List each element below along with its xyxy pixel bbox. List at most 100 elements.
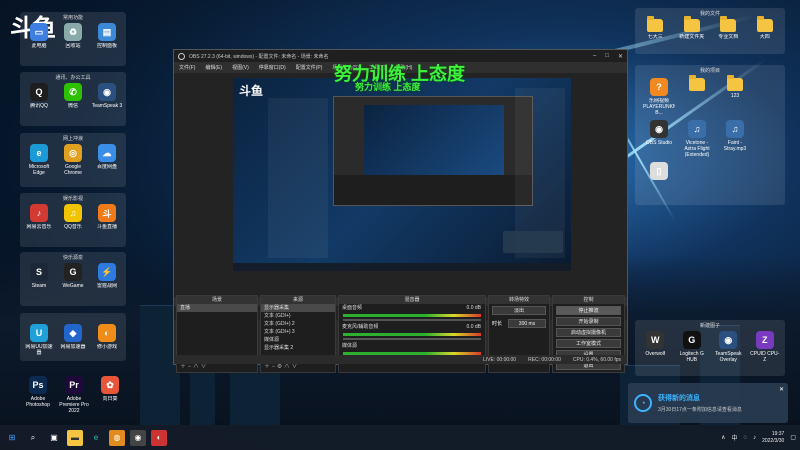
close-icon[interactable]: ✕ <box>779 386 784 393</box>
left-group: 娱乐影视 ♪ 网易云音乐 ♫ QQ音乐 斗斗鱼直播 <box>20 193 126 247</box>
source-item[interactable]: 文本 (GDI+) 3 <box>261 328 335 336</box>
desktop-icon[interactable]: U 网易UU加速器 <box>23 324 55 356</box>
app-taskbar-icon[interactable]: ◐ <box>151 429 167 446</box>
menu-item[interactable]: 视图(V) <box>232 64 249 71</box>
transition-select[interactable]: 淡出 <box>492 306 546 315</box>
notification-center-icon[interactable]: ▢ <box>790 434 796 441</box>
folder-item[interactable]: 专业文档 <box>712 16 744 40</box>
duration-input[interactable]: 300 ms <box>508 319 546 328</box>
notification-toast[interactable]: ◔ 获得新的消息 3月30日17点一条附加信息请查看消息 ✕ <box>628 383 788 423</box>
desktop-icon[interactable]: ☁ 百度网盘 <box>91 144 123 176</box>
chevron-up-icon[interactable]: ∧ <box>721 434 725 441</box>
control-button[interactable]: 停止推流 <box>556 306 621 315</box>
source-item[interactable]: 文本 (GDI+) <box>261 312 335 320</box>
channel-db <box>481 342 485 350</box>
minimize-icon[interactable]: – <box>593 53 596 60</box>
desktop-icon[interactable]: ♻ 回收站 <box>57 23 89 49</box>
network-icon[interactable]: ◌ <box>744 435 748 441</box>
file-explorer-icon[interactable]: ▬ <box>67 429 83 446</box>
desktop-icon[interactable]: Q 腾讯QQ <box>23 83 55 109</box>
obs-taskbar-icon[interactable]: ◉ <box>130 429 146 446</box>
app-icon: Z <box>755 331 774 349</box>
maximize-icon[interactable]: □ <box>605 53 609 60</box>
store-icon[interactable]: ◍ <box>109 429 125 446</box>
desktop-icon[interactable]: ▤ 控制面板 <box>91 23 123 49</box>
clock[interactable]: 19:37 2022/3/30 <box>762 431 784 445</box>
icon-label: 网易云音乐 <box>26 224 52 230</box>
project-item[interactable]: ◉ OBS Studio <box>643 120 675 158</box>
volume-meter <box>343 314 481 317</box>
desktop-icon[interactable]: ◎ Google Chrome <box>57 144 89 176</box>
desktop-icon[interactable]: ♪ 网易云音乐 <box>23 204 55 230</box>
obs-window[interactable]: OBS 27.2.3 (64-bit, windows) - 配置文件: 未命名… <box>173 49 628 373</box>
mixer-header: 混音器 <box>339 296 485 304</box>
folder-label: 七大三 <box>647 34 663 40</box>
source-item[interactable]: 显示器采集 <box>261 304 335 312</box>
desktop-icon[interactable]: ♫ QQ音乐 <box>57 204 89 230</box>
obs-statusbar: LIVE: 00:00:00 REC: 00:00:00 CPU: 0.4%, … <box>174 355 627 364</box>
icon-label: TeamSpeak Overlay <box>715 351 742 363</box>
project-item[interactable]: ▯ <box>643 162 675 182</box>
obs-app-icon <box>178 52 185 60</box>
desktop-icon[interactable]: Z CPUID CPU-Z <box>749 331 781 363</box>
desktop-icon[interactable]: ◉ TeamSpeak 3 <box>91 83 123 109</box>
desktop-icon[interactable]: W Overwolf <box>639 331 671 363</box>
desktop-icon[interactable]: Pr Adobe Premiere Pro 2022 <box>58 376 90 414</box>
edge-icon[interactable]: e <box>88 430 104 446</box>
windows-start-icon[interactable]: ⊞ <box>4 430 20 446</box>
desktop-icon[interactable]: S Steam <box>23 263 55 289</box>
desktop-icon[interactable]: ⚡ 雷霆战网 <box>91 263 123 289</box>
desktop-icon[interactable]: G Logitech G HUB <box>676 331 708 363</box>
project-item[interactable]: ♫ Faint - Stray.mp3 <box>719 120 751 158</box>
desktop-icon[interactable]: ◉ TeamSpeak Overlay <box>712 331 744 363</box>
project-item[interactable] <box>681 75 713 116</box>
item-label: 123 <box>730 93 740 99</box>
menu-item[interactable]: 编辑(E) <box>205 64 222 71</box>
right-group-tools: 新建图子 W Overwolf G Logitech G HUB ◉ TeamSpeak … <box>635 320 785 376</box>
app-icon: ◉ <box>719 331 738 349</box>
project-item[interactable]: ♫ Vicetone - Astra Flight (Extended) <box>681 120 713 158</box>
control-button[interactable]: 开始录制 <box>556 317 621 326</box>
search-icon[interactable]: ⌕ <box>25 430 41 446</box>
notification-title: 获得新的消息 <box>658 395 700 402</box>
desktop-icon[interactable]: 斗斗鱼直播 <box>91 204 123 230</box>
preview-canvas[interactable]: 斗鱼 努力训练 上态度 <box>233 78 571 271</box>
folder-item[interactable]: 新建文件夹 <box>676 16 708 40</box>
menu-item[interactable]: 停靠窗口(D) <box>259 64 286 71</box>
desktop-icon[interactable]: ▭ 此电脑 <box>23 23 55 49</box>
menu-item[interactable]: 文件(F) <box>179 64 195 71</box>
desktop-icon[interactable]: G WeGame <box>57 263 89 289</box>
source-item[interactable]: 文本 (GDI+) 2 <box>261 320 335 328</box>
desktop-icon[interactable]: ◐ 修小游戏 <box>91 324 123 356</box>
desktop-icon[interactable]: e Microsoft Edge <box>23 144 55 176</box>
project-item[interactable]: ? 乐网视频PLAYERUNKNOWN'S B... <box>643 78 675 116</box>
close-icon[interactable]: ✕ <box>618 53 623 60</box>
control-button[interactable]: 工作室模式 <box>556 339 621 348</box>
volume-meter <box>343 333 481 336</box>
volume-icon[interactable]: ♪ <box>753 435 756 441</box>
group-title <box>20 313 126 322</box>
language-indicator[interactable]: 中 <box>731 433 737 442</box>
menu-item[interactable]: 配置文件(P) <box>296 64 323 71</box>
obs-preview-area[interactable]: 斗鱼 努力训练 上态度 努力训练 上态度 场景来源 <box>174 64 627 320</box>
app-icon: U <box>30 324 48 342</box>
desktop-icon[interactable]: ◆ 网易加速器 <box>57 324 89 356</box>
control-button[interactable]: 启动虚拟摄像机 <box>556 328 621 337</box>
source-item[interactable]: 显示器采集 2 <box>261 344 335 352</box>
desktop-icon[interactable]: ✿ 向日葵 <box>94 376 126 414</box>
scene-item[interactable]: 直播 <box>177 304 257 312</box>
task-view-icon[interactable]: ▣ <box>46 430 62 446</box>
folder-item[interactable]: 大四 <box>749 16 781 40</box>
transitions-header: 转场特效 <box>489 296 549 304</box>
folder-icon <box>683 16 700 32</box>
icon-label: Microsoft Edge <box>28 164 50 176</box>
left-group: 网上冲浪 e Microsoft Edge ◎ Google Chrome ☁ 百度网盘 <box>20 133 126 187</box>
desktop-icon[interactable]: Ps Adobe Photoshop <box>22 376 54 414</box>
source-item[interactable]: 媒体源 <box>261 336 335 344</box>
folder-icon <box>647 16 664 32</box>
volume-slider[interactable] <box>343 338 481 340</box>
desktop-icon[interactable]: ✆ 微信 <box>57 83 89 109</box>
volume-slider[interactable] <box>343 319 481 321</box>
project-item[interactable]: 123 <box>719 75 751 116</box>
folder-item[interactable]: 七大三 <box>639 16 671 40</box>
